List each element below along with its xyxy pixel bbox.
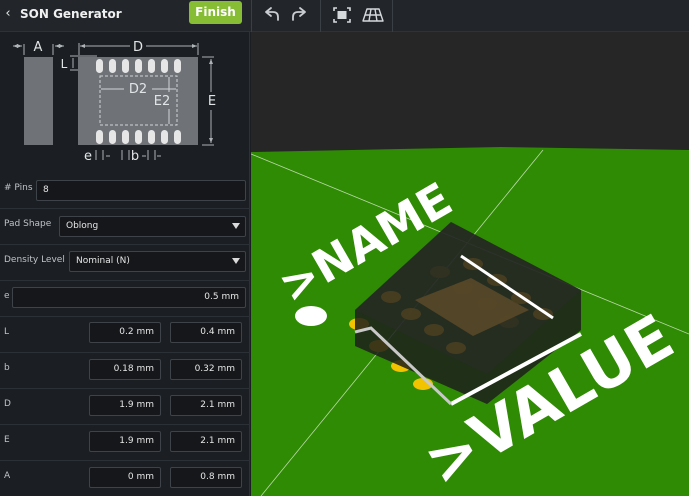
chevron-left-icon[interactable]: ‹ bbox=[2, 6, 14, 21]
l-min-input[interactable]: 0.2 mm bbox=[89, 322, 161, 343]
l-label: L bbox=[4, 327, 10, 337]
son-generator-window: ‹ SON Generator Finish A D L D2 E2 E e b… bbox=[0, 0, 689, 496]
package-dimension-diagram: A D L D2 E2 E e b bbox=[13, 40, 216, 164]
density-level-row: Density Level Nominal (N) bbox=[0, 245, 250, 281]
b-row: b 0.18 mm 0.32 mm bbox=[0, 353, 250, 389]
fit-view-icon[interactable] bbox=[330, 4, 354, 26]
pins-row: # Pins 8 bbox=[0, 173, 250, 209]
3d-viewport[interactable]: >NAME >VALUE bbox=[251, 32, 689, 496]
redo-icon[interactable] bbox=[288, 4, 312, 26]
a-label: A bbox=[4, 471, 11, 481]
e-row: E 1.9 mm 2.1 mm bbox=[0, 425, 250, 461]
pad-shape-value: Oblong bbox=[66, 221, 99, 231]
d-min-input[interactable]: 1.9 mm bbox=[89, 395, 161, 416]
grid-plane-icon[interactable] bbox=[361, 4, 385, 26]
e-label: E bbox=[4, 435, 10, 445]
dim-label-e-size: E bbox=[208, 94, 216, 109]
d-max-input[interactable]: 2.1 mm bbox=[170, 395, 242, 416]
pitch-row: e 0.5 mm bbox=[0, 281, 250, 317]
chevron-down-icon bbox=[232, 258, 240, 264]
d-row: D 1.9 mm 2.1 mm bbox=[0, 389, 250, 425]
pad-shape-row: Pad Shape Oblong bbox=[0, 209, 250, 245]
a-min-input[interactable]: 0 mm bbox=[89, 467, 161, 488]
a-row: A 0 mm 0.8 mm bbox=[0, 461, 250, 496]
d-label: D bbox=[4, 399, 11, 409]
top-bar: ‹ SON Generator Finish bbox=[0, 0, 689, 32]
dim-label-d: D bbox=[133, 40, 143, 55]
l-row: L 0.2 mm 0.4 mm bbox=[0, 317, 250, 353]
dim-label-e2: E2 bbox=[154, 94, 171, 109]
dim-label-a: A bbox=[34, 40, 43, 55]
dim-label-pitch: e bbox=[84, 149, 92, 164]
b-label: b bbox=[4, 363, 10, 373]
density-level-value: Nominal (N) bbox=[76, 256, 130, 266]
pins-label: # Pins bbox=[4, 183, 33, 193]
parameters-panel: A D L D2 E2 E e b # Pins 8 Pad Shape Obl… bbox=[0, 32, 250, 496]
package-side-view bbox=[24, 57, 53, 145]
finish-button[interactable]: Finish bbox=[189, 1, 242, 24]
l-max-input[interactable]: 0.4 mm bbox=[170, 322, 242, 343]
pins-input[interactable]: 8 bbox=[36, 180, 246, 201]
e-max-input[interactable]: 2.1 mm bbox=[170, 431, 242, 452]
dim-label-b: b bbox=[131, 149, 139, 164]
undo-icon[interactable] bbox=[259, 4, 283, 26]
page-title: SON Generator bbox=[20, 7, 122, 21]
pad-shape-label: Pad Shape bbox=[4, 219, 52, 229]
pad-shape-select[interactable]: Oblong bbox=[59, 216, 246, 237]
dim-label-d2: D2 bbox=[129, 82, 147, 97]
a-max-input[interactable]: 0.8 mm bbox=[170, 467, 242, 488]
toolbar-divider bbox=[251, 0, 252, 32]
dim-label-l: L bbox=[61, 57, 68, 71]
b-min-input[interactable]: 0.18 mm bbox=[89, 359, 161, 380]
toolbar-divider bbox=[320, 0, 321, 32]
pitch-label: e bbox=[4, 291, 10, 301]
density-level-label: Density Level bbox=[4, 255, 65, 265]
3d-scene[interactable]: >NAME >VALUE bbox=[251, 32, 689, 496]
e-min-input[interactable]: 1.9 mm bbox=[89, 431, 161, 452]
density-level-select[interactable]: Nominal (N) bbox=[69, 251, 246, 272]
chevron-down-icon bbox=[232, 223, 240, 229]
toolbar-divider bbox=[392, 0, 393, 32]
b-max-input[interactable]: 0.32 mm bbox=[170, 359, 242, 380]
pitch-input[interactable]: 0.5 mm bbox=[12, 287, 246, 308]
